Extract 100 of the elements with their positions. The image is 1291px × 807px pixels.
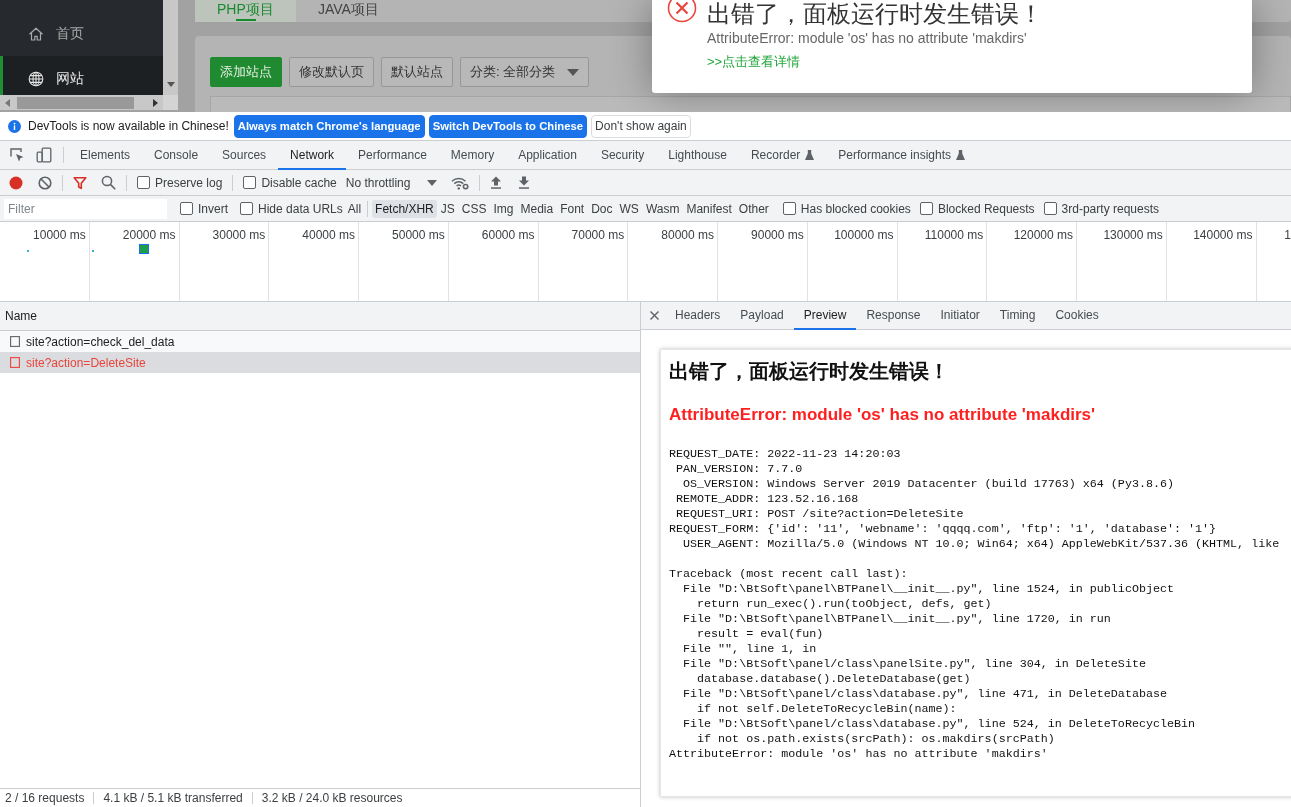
checkbox-label[interactable]: 3rd-party requests [1061, 201, 1159, 216]
panel-tab[interactable]: Application [506, 141, 589, 170]
detail-tab[interactable]: Headers [665, 302, 731, 330]
detail-tab[interactable]: Response [856, 302, 931, 330]
checkbox[interactable] [243, 176, 257, 189]
throttling-select[interactable]: No throttling [345, 175, 438, 190]
checkbox-label[interactable]: Invert [198, 201, 228, 216]
toolbar-button[interactable]: 默认站点 [381, 57, 453, 87]
status-text: 4.1 kB / 5.1 kB transferred [103, 791, 243, 805]
add-site-button[interactable]: 添加站点 [210, 57, 282, 87]
close-icon[interactable] [650, 311, 659, 320]
code-line: if not self.DeleteToRecycleBin(name): [696, 702, 957, 717]
tick-label: 40000 ms [302, 228, 355, 242]
code-line: REQUEST_FORM: {'id': '11', 'webname': 'qqqq.com', 'ftp': '1', 'database': '1'} [669, 522, 1217, 537]
record-icon[interactable] [9, 175, 23, 190]
checkbox-label[interactable]: Has blocked cookies [800, 201, 911, 216]
type-filter[interactable]: Manifest [683, 199, 735, 218]
panel-tab[interactable]: Memory [438, 141, 507, 170]
checkbox[interactable] [782, 202, 796, 215]
preview-title: 出错了，面板运行时发生错误！ [669, 359, 950, 383]
caret-icon [427, 179, 438, 186]
type-filter[interactable]: CSS [458, 199, 490, 218]
panel-tab[interactable]: Security [588, 141, 657, 170]
filter-icon[interactable] [73, 175, 87, 190]
tick-label: 80000 ms [661, 228, 714, 242]
type-filter[interactable]: Fetch/XHR [372, 199, 437, 218]
tick-label: 90000 ms [751, 228, 804, 242]
code-line: File "", line 1, in [682, 642, 817, 657]
sidebar-item[interactable]: 首页 [0, 11, 163, 56]
panel-tab[interactable]: Recorder [738, 141, 827, 170]
error-icon [667, 0, 697, 23]
panel-tab[interactable]: Sources [210, 141, 279, 170]
type-filter[interactable]: Wasm [642, 199, 683, 218]
panel-tab[interactable]: Performance [346, 141, 439, 170]
language-button[interactable]: Switch DevTools to Chinese [428, 114, 588, 138]
type-filter[interactable]: Doc [588, 199, 616, 218]
tick-label: 10000 ms [33, 228, 86, 242]
clear-icon[interactable] [38, 175, 52, 190]
scrollbar[interactable] [163, 0, 178, 95]
checkbox-label[interactable]: Disable cache [261, 175, 337, 190]
home-icon [28, 25, 44, 42]
type-filter[interactable]: Font [557, 199, 588, 218]
search-icon[interactable] [101, 175, 116, 190]
tick-label: 1 [1284, 228, 1291, 242]
panel-tab[interactable]: Performance insights [826, 141, 978, 170]
filter-field[interactable]: Filter [4, 198, 167, 219]
inspect-icon[interactable] [9, 147, 25, 163]
scroll-down-arrow-icon[interactable] [166, 82, 175, 87]
download-icon[interactable] [518, 176, 531, 189]
type-filter[interactable]: Media [517, 199, 557, 218]
panel-tab[interactable]: Elements [68, 141, 143, 170]
detail-tab[interactable]: Cookies [1045, 302, 1109, 330]
code-line: USER_AGENT: Mozilla/5.0 (Windows NT 10.0; Win64; x64) AppleWebKit/537.36 (KHTML, like [682, 537, 1280, 552]
toolbar-button[interactable]: 修改默认页 [289, 57, 374, 87]
checkbox[interactable] [137, 176, 150, 189]
type-filter[interactable]: Img [490, 199, 517, 218]
tick-label: 70000 ms [571, 228, 625, 242]
device-icon[interactable] [36, 147, 52, 163]
detail-tab[interactable]: Initiator [930, 302, 990, 330]
checkbox-label[interactable]: Blocked Requests [937, 201, 1035, 216]
code-line: File "D:\BtSoft\panel/class\database.py", line 524, in DeleteToRecycleBin [682, 717, 1196, 732]
tick-label: 60000 ms [481, 228, 535, 242]
status-text: 3.2 kB / 24.0 kB resources [261, 791, 403, 805]
scroll-left-arrow-icon[interactable] [5, 98, 10, 107]
checkbox[interactable] [240, 202, 253, 215]
type-filter[interactable]: WS [616, 199, 642, 218]
type-filter[interactable]: JS [437, 199, 458, 218]
panel-tab[interactable]: Console [142, 141, 211, 170]
checkbox[interactable] [919, 202, 933, 215]
scroll-right-arrow-icon[interactable] [153, 98, 158, 107]
request-row[interactable]: site?action=check_del_data [0, 331, 640, 352]
panel-tab[interactable]: Lighthouse [656, 141, 739, 170]
code-line: File "D:\BtSoft\panel\BTPanel\__init__.py", line 1524, in publicObject [682, 582, 1174, 597]
category-dropdown[interactable]: 分类: 全部分类 [460, 57, 590, 87]
wifi-gear-icon[interactable] [451, 175, 470, 190]
globe-icon [28, 70, 44, 87]
language-button[interactable]: Always match Chrome's language [233, 114, 425, 138]
dismiss-button[interactable]: Don't show again [591, 114, 691, 138]
checkbox-label[interactable]: Hide data URLs [258, 201, 343, 216]
type-filter[interactable]: All [344, 199, 365, 218]
tick-label: 20000 ms [122, 228, 176, 242]
tick-label: 140000 ms [1193, 228, 1253, 242]
detail-tab[interactable]: Payload [730, 302, 794, 330]
upload-icon[interactable] [490, 176, 503, 189]
type-filter[interactable]: Other [735, 199, 772, 218]
code-line: return run_exec().run(toObject, defs, get) [696, 597, 992, 612]
sidebar-item[interactable]: 网站 [0, 56, 163, 95]
checkbox-label[interactable]: Preserve log [155, 175, 223, 190]
column-header[interactable]: Name [0, 302, 640, 331]
flask-icon [956, 149, 966, 160]
code-line: File "D:\BtSoft\panel/class\database.py", line 471, in DeleteDatabase [682, 687, 1167, 702]
scrollbar-thumb[interactable] [17, 96, 134, 109]
checkbox[interactable] [180, 202, 193, 215]
error-title: 出错了，面板运行时发生错误！ [707, 0, 1043, 28]
detail-tab[interactable]: Timing [989, 302, 1046, 330]
checkbox[interactable] [1043, 202, 1057, 215]
tab[interactable]: JAVA项目 [296, 0, 397, 22]
error-heading: AttributeError: module 'os' has no attribute 'makdirs' [669, 405, 1097, 425]
scrollbar[interactable] [0, 95, 163, 110]
tick-label: 100000 ms [834, 228, 894, 242]
